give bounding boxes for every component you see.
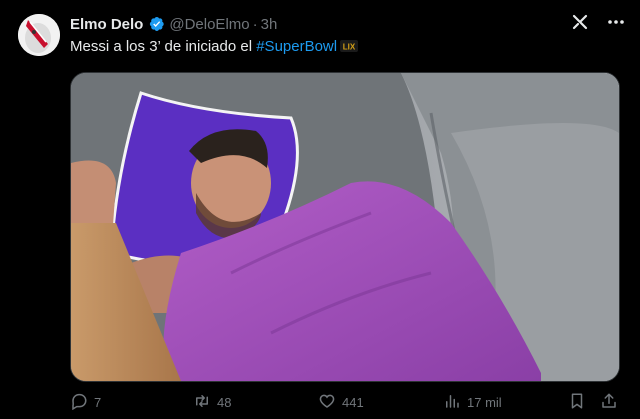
tweet-time[interactable]: 3h bbox=[261, 16, 278, 33]
like-button[interactable]: 441 bbox=[318, 392, 364, 413]
author-name[interactable]: Elmo Delo bbox=[70, 16, 143, 33]
tweet-text: Messi a los 3’ de iniciado el #SuperBowl… bbox=[70, 37, 359, 59]
tweet[interactable]: Elmo Delo @DeloElmo · 3h Messi a los 3’ … bbox=[0, 0, 640, 419]
views-button[interactable]: 17 mil bbox=[443, 392, 502, 413]
author-handle[interactable]: @DeloElmo bbox=[169, 16, 249, 33]
avatar-image bbox=[18, 14, 60, 56]
tweet-header: Elmo Delo @DeloElmo · 3h bbox=[70, 13, 277, 35]
tweet-text-body: Messi a los 3’ de iniciado el bbox=[70, 38, 257, 55]
avatar[interactable] bbox=[18, 14, 60, 56]
repost-icon bbox=[193, 392, 211, 413]
grok-icon[interactable] bbox=[570, 12, 590, 32]
super-bowl-emoji-icon: LIX bbox=[340, 39, 359, 59]
hashtag-link[interactable]: #SuperBowl bbox=[256, 38, 337, 55]
reply-count: 7 bbox=[94, 395, 102, 410]
like-icon bbox=[318, 392, 336, 413]
share-button[interactable] bbox=[600, 392, 618, 413]
like-count: 441 bbox=[342, 395, 364, 410]
tweet-media-image[interactable] bbox=[70, 72, 620, 382]
repost-button[interactable]: 48 bbox=[193, 392, 231, 413]
photo-sleeping-on-couch bbox=[71, 73, 619, 381]
bookmark-icon bbox=[568, 392, 586, 413]
views-icon bbox=[443, 392, 461, 413]
emoji-label: LIX bbox=[343, 43, 356, 52]
repost-count: 48 bbox=[217, 395, 232, 410]
reply-icon bbox=[70, 392, 88, 413]
verified-badge-icon[interactable] bbox=[147, 15, 165, 33]
reply-button[interactable]: 7 bbox=[70, 392, 101, 413]
tweet-actions: 7 48 441 17 mil bbox=[70, 392, 620, 414]
views-count: 17 mil bbox=[467, 395, 502, 410]
bookmark-button[interactable] bbox=[568, 392, 586, 413]
header-actions bbox=[570, 12, 626, 32]
header-separator: · bbox=[252, 15, 258, 33]
more-icon[interactable] bbox=[606, 12, 626, 32]
share-icon bbox=[600, 392, 618, 413]
